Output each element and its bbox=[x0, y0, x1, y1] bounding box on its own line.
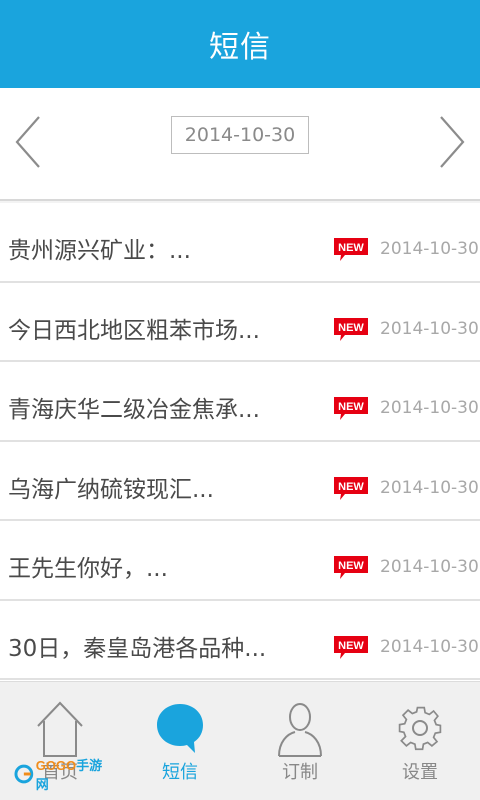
tab-subscribe[interactable]: 订制 bbox=[240, 682, 360, 800]
message-bubble-icon bbox=[157, 704, 203, 753]
tab-settings[interactable]: 设置 bbox=[360, 682, 480, 800]
chevron-right-icon bbox=[440, 116, 465, 168]
next-date-button[interactable] bbox=[432, 110, 472, 174]
message-title: 乌海广纳硫铵现汇... bbox=[8, 476, 214, 503]
tab-settings-label: 设置 bbox=[402, 762, 438, 783]
new-badge-icon: NEW bbox=[334, 317, 368, 341]
message-title: 30日，秦皇岛港各品种... bbox=[8, 635, 267, 662]
message-list: 贵州源兴矿业：... NEW 2014-10-30 今日西北地区粗苯市场... … bbox=[0, 203, 480, 681]
divider bbox=[0, 199, 480, 201]
message-date: 2014-10-30 bbox=[380, 239, 479, 259]
new-badge-text: NEW bbox=[338, 481, 364, 493]
new-badge-icon: NEW bbox=[334, 476, 368, 500]
chevron-left-icon bbox=[15, 116, 40, 168]
new-badge-text: NEW bbox=[338, 322, 364, 334]
tab-messages[interactable]: 短信 bbox=[120, 682, 240, 800]
page-title: 短信 bbox=[209, 30, 271, 65]
message-date: 2014-10-30 bbox=[380, 398, 479, 418]
watermark-logo: GOGO手游网 bbox=[14, 758, 114, 792]
tab-subscribe-label: 订制 bbox=[282, 762, 318, 783]
gear-icon bbox=[398, 706, 442, 751]
message-row[interactable]: 贵州源兴矿业：... NEW 2014-10-30 bbox=[0, 203, 480, 283]
date-navigator: 2014-10-30 bbox=[0, 88, 480, 200]
message-row[interactable]: 今日西北地区粗苯市场... NEW 2014-10-30 bbox=[0, 282, 480, 362]
gogo-logo-icon bbox=[14, 764, 34, 784]
message-title: 今日西北地区粗苯市场... bbox=[8, 317, 260, 344]
prev-date-button[interactable] bbox=[8, 110, 48, 174]
current-date-field[interactable]: 2014-10-30 bbox=[171, 116, 309, 154]
message-date: 2014-10-30 bbox=[380, 557, 479, 577]
message-row[interactable]: 30日，秦皇岛港各品种... NEW 2014-10-30 bbox=[0, 600, 480, 680]
new-badge-icon: NEW bbox=[334, 397, 368, 420]
new-badge-text: NEW bbox=[338, 640, 364, 652]
message-title: 青海庆华二级冶金焦承... bbox=[8, 397, 260, 423]
message-date: 2014-10-30 bbox=[380, 477, 479, 498]
new-badge-icon: NEW bbox=[334, 635, 368, 659]
new-badge-icon: NEW bbox=[334, 238, 368, 261]
message-date: 2014-10-30 bbox=[380, 636, 479, 657]
home-icon bbox=[37, 701, 83, 757]
new-badge-text: NEW bbox=[338, 560, 364, 572]
message-title: 贵州源兴矿业：... bbox=[8, 238, 191, 264]
message-row[interactable]: 乌海广纳硫铵现汇... NEW 2014-10-30 bbox=[0, 441, 480, 521]
tab-messages-label: 短信 bbox=[162, 762, 198, 783]
message-row[interactable]: 青海庆华二级冶金焦承... NEW 2014-10-30 bbox=[0, 362, 480, 442]
new-badge-text: NEW bbox=[338, 242, 364, 254]
message-title: 王先生你好，... bbox=[8, 556, 168, 582]
message-row[interactable]: 王先生你好，... NEW 2014-10-30 bbox=[0, 521, 480, 601]
new-badge-text: NEW bbox=[338, 401, 364, 413]
person-icon bbox=[278, 703, 322, 757]
message-date: 2014-10-30 bbox=[380, 318, 479, 339]
new-badge-icon: NEW bbox=[334, 556, 368, 579]
app-header: 短信 bbox=[0, 0, 480, 88]
watermark-text: GOGO手游网 bbox=[35, 758, 103, 792]
